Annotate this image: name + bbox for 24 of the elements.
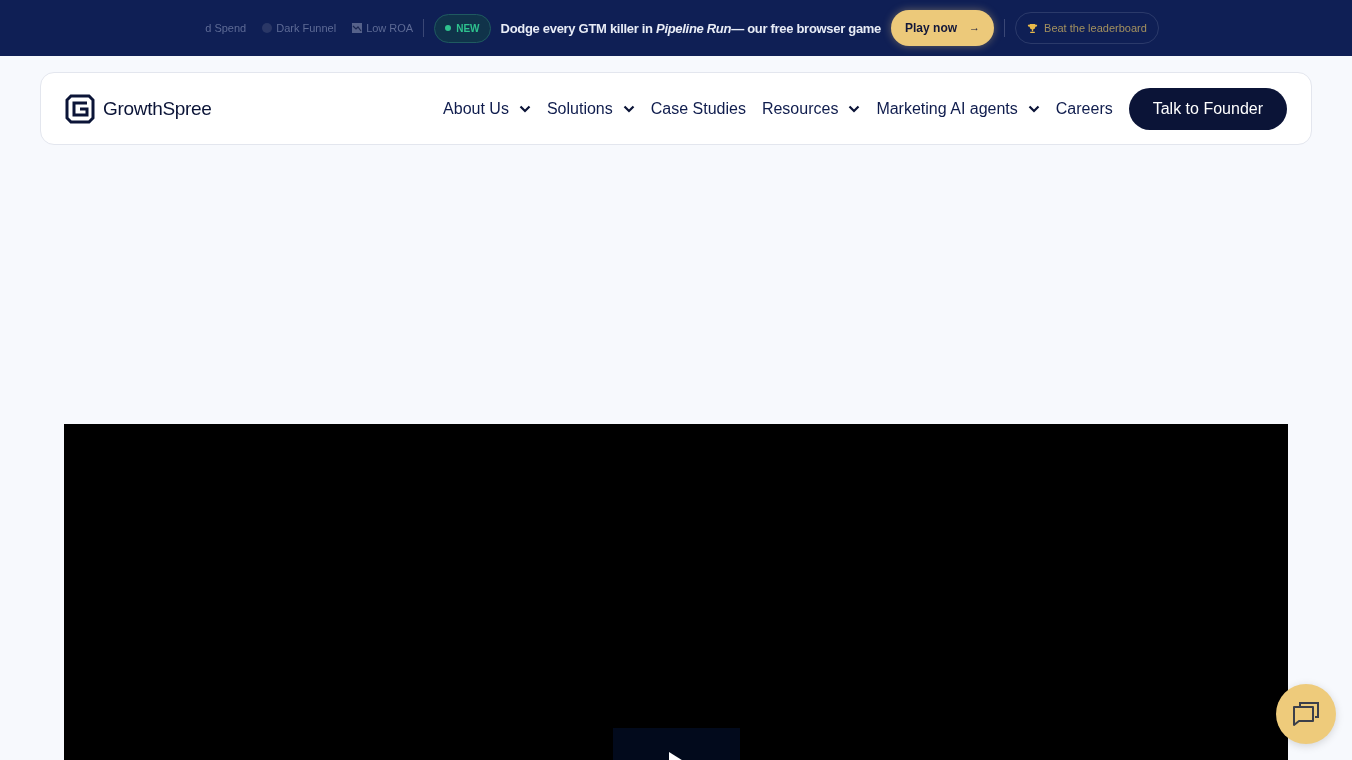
new-badge: NEW <box>434 13 491 43</box>
chart-icon <box>352 23 363 33</box>
chevron-down-icon <box>622 104 635 113</box>
nav-link[interactable]: Case Studies <box>650 99 746 118</box>
nav-link[interactable]: Marketing AI agents <box>876 99 1040 118</box>
logo-text: GrowthSpree <box>103 97 212 120</box>
logo-icon <box>65 93 95 124</box>
nav-link[interactable]: Resources <box>761 99 861 118</box>
announcement-text: Dodge every GTM killer in Pipeline Run— our free browser game <box>500 20 882 36</box>
chat-icon <box>1292 701 1320 727</box>
ticker-item: d Spend <box>205 22 247 34</box>
ticker-item: Low ROA <box>366 22 414 34</box>
play-now-button[interactable]: Play now → <box>891 10 995 46</box>
talk-to-founder-button[interactable]: Talk to Founder <box>1128 87 1287 130</box>
nav-link[interactable]: About Us <box>443 99 531 118</box>
chevron-down-icon <box>1027 104 1040 113</box>
nav-link[interactable]: Careers <box>1055 99 1113 118</box>
circle-icon <box>262 23 273 33</box>
ticker-item: Dark Funnel <box>276 22 337 34</box>
nav-link[interactable]: Solutions <box>546 99 635 118</box>
chat-button[interactable] <box>1276 684 1336 744</box>
chevron-down-icon <box>848 104 861 113</box>
chevron-down-icon <box>518 104 531 113</box>
trophy-icon <box>1027 22 1039 34</box>
